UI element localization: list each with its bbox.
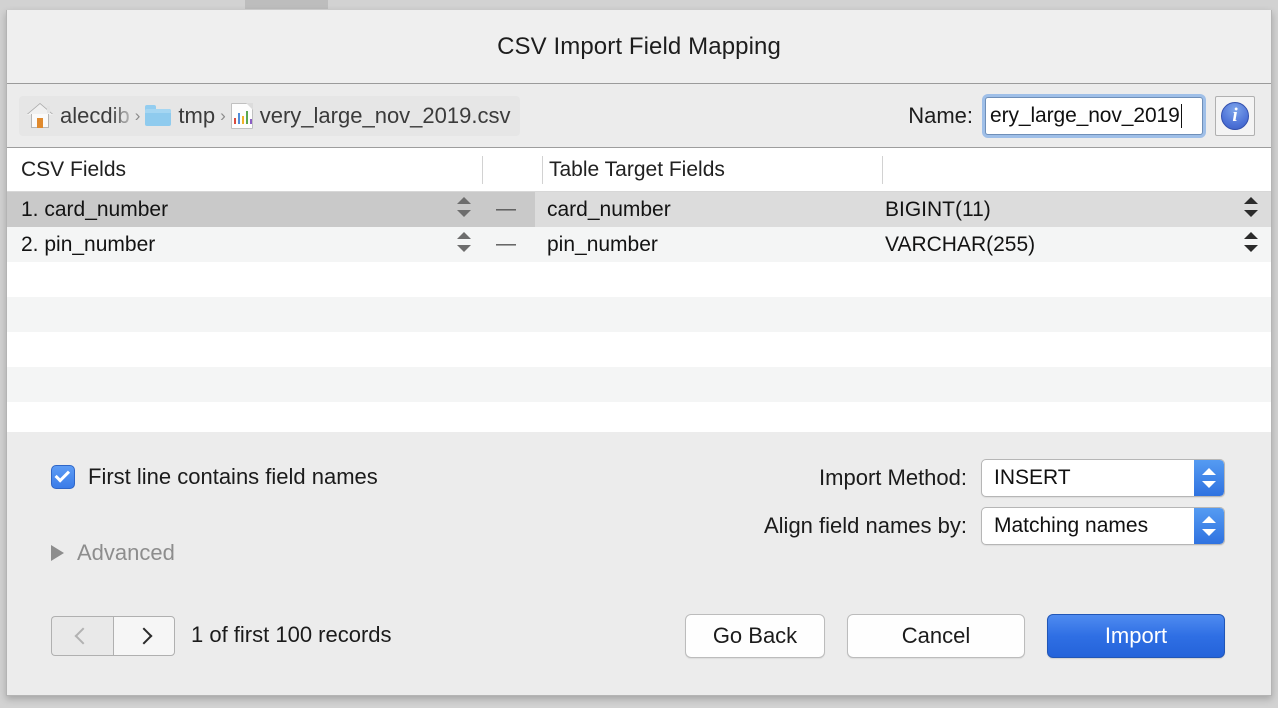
- table-empty-row[interactable]: [7, 262, 1271, 297]
- row-target-stepper[interactable]: [1244, 230, 1258, 260]
- table-row[interactable]: 1. card_number — card_number BIGINT(11): [7, 192, 1271, 227]
- column-header-table-target-fields[interactable]: Table Target Fields: [549, 158, 725, 182]
- breadcrumb-label-file: very_large_nov_2019.csv: [259, 102, 511, 128]
- name-input[interactable]: ery_large_nov_2019: [985, 96, 1203, 135]
- name-field-group: Name: ery_large_nov_2019 i: [908, 84, 1255, 147]
- record-pager: [51, 616, 175, 656]
- desktop-background-strip: [0, 0, 1278, 10]
- column-header-csv-fields[interactable]: CSV Fields: [21, 158, 126, 182]
- breadcrumb-label-folder: tmp: [178, 102, 216, 128]
- breadcrumb-item-home[interactable]: alecdib: [27, 103, 130, 129]
- breadcrumb-separator-1: ›: [134, 105, 141, 125]
- dialog-title: CSV Import Field Mapping: [497, 32, 781, 60]
- home-icon: [27, 103, 53, 128]
- row-csv-stepper[interactable]: [457, 230, 471, 260]
- go-back-button[interactable]: Go Back: [685, 614, 825, 658]
- align-field-names-label: Align field names by:: [764, 513, 967, 538]
- column-divider-3[interactable]: [882, 156, 883, 184]
- table-header-row: CSV Fields Table Target Fields: [7, 148, 1271, 192]
- row-target-field: card_number: [547, 197, 671, 221]
- text-caret: [1180, 103, 1183, 128]
- import-options-panel: First line contains field names Advanced…: [7, 432, 1271, 592]
- next-record-button[interactable]: [113, 616, 175, 656]
- dialog-titlebar: CSV Import Field Mapping: [7, 10, 1271, 84]
- check-icon: [54, 467, 71, 483]
- import-method-row: Import Method: INSERT: [819, 459, 1225, 497]
- row-target-stepper[interactable]: [1244, 195, 1258, 225]
- first-line-checkbox-label: First line contains field names: [88, 464, 378, 489]
- row-csv-field: 2. pin_number: [21, 232, 156, 256]
- name-input-value: ery_large_nov_2019: [990, 103, 1180, 127]
- row-csv-stepper[interactable]: [457, 195, 471, 225]
- import-method-label: Import Method:: [819, 465, 967, 490]
- folder-icon: [145, 105, 172, 126]
- row-connector: —: [496, 198, 516, 220]
- row-target-type: BIGINT(11): [885, 197, 991, 221]
- breadcrumb-item-folder[interactable]: tmp: [145, 103, 215, 129]
- dialog-footer: 1 of first 100 records Go Back Cancel Im…: [7, 592, 1271, 695]
- row-target-field: pin_number: [547, 232, 658, 256]
- advanced-label: Advanced: [77, 540, 175, 565]
- info-button[interactable]: i: [1215, 95, 1255, 136]
- dialog-action-buttons: Go Back Cancel Import: [685, 614, 1225, 658]
- csv-import-dialog: CSV Import Field Mapping alecdib › tmp ›: [6, 10, 1272, 696]
- row-csv-field: 1. card_number: [21, 197, 169, 221]
- background-window-titlebar-segment: [245, 0, 328, 9]
- column-divider-1[interactable]: [482, 156, 483, 184]
- csv-file-icon: [230, 102, 253, 129]
- column-divider-2[interactable]: [542, 156, 543, 184]
- chevron-left-icon: [74, 627, 91, 645]
- table-empty-row[interactable]: [7, 297, 1271, 332]
- align-field-names-row: Align field names by: Matching names: [764, 507, 1225, 545]
- cancel-button[interactable]: Cancel: [847, 614, 1025, 658]
- chevron-right-icon: [51, 545, 64, 561]
- record-count-label: 1 of first 100 records: [191, 622, 392, 647]
- chevron-right-icon: [135, 627, 153, 645]
- first-line-checkbox[interactable]: [51, 465, 75, 489]
- table-empty-row[interactable]: [7, 332, 1271, 367]
- import-button[interactable]: Import: [1047, 614, 1225, 658]
- chevron-updown-icon: [1194, 508, 1224, 544]
- import-method-select[interactable]: INSERT: [981, 459, 1225, 497]
- name-label: Name:: [908, 102, 973, 128]
- field-mapping-table: CSV Fields Table Target Fields 1. card_n…: [7, 148, 1271, 437]
- path-and-name-bar: alecdib › tmp › very_large_nov_2019.csv …: [7, 84, 1271, 148]
- row-connector: —: [496, 233, 516, 255]
- info-icon: i: [1221, 101, 1249, 130]
- table-row[interactable]: 2. pin_number — pin_number VARCHAR(255): [7, 227, 1271, 262]
- breadcrumb-label-home: alecdib: [60, 102, 130, 128]
- chevron-updown-icon: [1194, 460, 1224, 496]
- first-line-checkbox-row[interactable]: First line contains field names: [51, 464, 378, 490]
- breadcrumb[interactable]: alecdib › tmp › very_large_nov_2019.csv: [19, 95, 521, 136]
- breadcrumb-separator-2: ›: [220, 105, 226, 125]
- align-field-names-value: Matching names: [994, 514, 1149, 537]
- row-target-type: VARCHAR(255): [885, 232, 1036, 256]
- advanced-disclosure[interactable]: Advanced: [51, 540, 175, 566]
- align-field-names-select[interactable]: Matching names: [981, 507, 1225, 545]
- breadcrumb-item-file[interactable]: very_large_nov_2019.csv: [230, 102, 511, 129]
- import-method-value: INSERT: [994, 466, 1071, 489]
- previous-record-button[interactable]: [51, 616, 113, 656]
- table-empty-row[interactable]: [7, 367, 1271, 402]
